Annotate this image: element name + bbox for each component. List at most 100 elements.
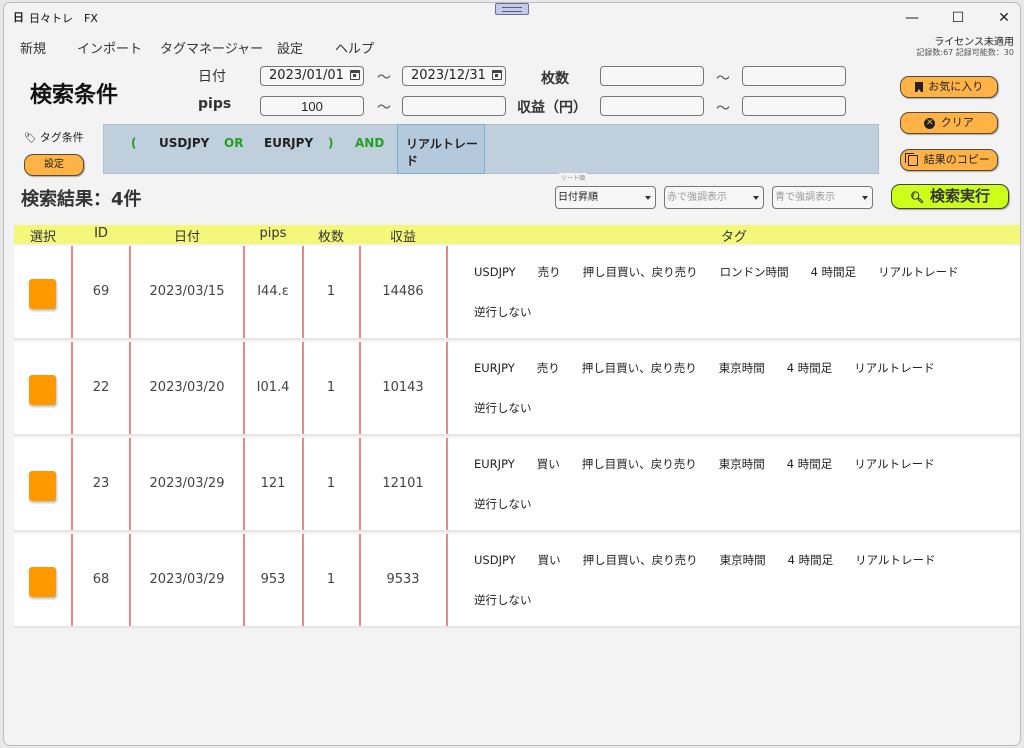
pips-from-input[interactable] xyxy=(260,96,364,116)
table-row[interactable]: 22 2023/03/20 I01.4 1 10143 EURJPY 売り 押し目買… xyxy=(14,342,1020,436)
tag-token-or[interactable]: OR xyxy=(224,136,243,150)
column-header-select[interactable]: 選択 xyxy=(14,226,72,245)
select-checkbox[interactable] xyxy=(29,567,56,597)
cell-tags: EURJPY 買い 押し目買い、戻り売り 東京時間 4 時間足 リアルトレード xyxy=(474,456,957,472)
date-from-value: 2023/01/01 xyxy=(269,68,344,83)
menu-settings[interactable]: 設定 xyxy=(277,38,303,57)
column-header-date[interactable]: 日付 xyxy=(130,226,244,245)
clear-button[interactable]: ✕ クリア xyxy=(900,112,998,134)
copy-icon xyxy=(905,152,919,166)
copy-results-button[interactable]: 結果のコピー xyxy=(900,149,998,171)
cell-tags: EURJPY 売り 押し目買い、戻り売り 東京時間 4 時間足 リアルトレード xyxy=(474,360,957,376)
title-bar: 日 日々トレ FX — ☐ ✕ xyxy=(4,3,1020,33)
cell-tags-line2: 逆行しない xyxy=(474,401,532,415)
favorite-button[interactable]: お気に入り xyxy=(900,76,998,98)
profit-label: 収益（円） xyxy=(517,100,587,116)
lots-from-input[interactable] xyxy=(600,66,704,86)
app-logo-icon: 日 xyxy=(13,11,24,24)
cell-profit: 14486 xyxy=(382,284,424,299)
chevron-down-icon xyxy=(753,196,759,200)
column-header-profit[interactable]: 収益 xyxy=(360,226,446,245)
clear-label: クリア xyxy=(940,116,974,129)
tag-chip: 4 時間足 xyxy=(810,265,857,279)
tag-token-usdjpy[interactable]: USDJPY xyxy=(159,136,209,150)
tag-chip: リアルトレード xyxy=(854,457,935,471)
profit-to-input[interactable] xyxy=(742,96,846,116)
profit-from-input[interactable] xyxy=(600,96,704,116)
cell-id: 23 xyxy=(92,476,110,491)
tag-condition-area[interactable]: ( USDJPY OR EURJPY ) AND リアルトレード xyxy=(103,124,879,174)
column-header-lots[interactable]: 枚数 xyxy=(302,226,360,245)
table-row[interactable]: 68 2023/03/29 953 1 9533 USDJPY 買い 押し目買い、戻… xyxy=(14,534,1020,628)
lots-label: 枚数 xyxy=(541,71,569,87)
lots-to-input[interactable] xyxy=(742,66,846,86)
tag-token-eurjpy[interactable]: EURJPY xyxy=(264,136,313,150)
tag-token-and[interactable]: AND xyxy=(355,136,384,150)
cell-date: 2023/03/20 xyxy=(149,380,225,395)
select-checkbox[interactable] xyxy=(29,279,56,309)
cell-date: 2023/03/15 xyxy=(149,284,225,299)
cell-tags-line2: 逆行しない xyxy=(474,593,532,607)
red-highlight-select[interactable]: 赤で強調表示 xyxy=(664,186,764,209)
tag-search-icon: 🏷︎ xyxy=(24,133,37,144)
drag-handle[interactable] xyxy=(495,3,529,15)
date-label: 日付 xyxy=(198,69,226,85)
execute-search-button[interactable]: 🔍︎ 検索実行 xyxy=(891,184,1009,209)
calendar-icon[interactable] xyxy=(350,70,360,80)
tag-chip: リアルトレード xyxy=(854,361,935,375)
maximize-button[interactable]: ☐ xyxy=(935,3,981,33)
select-checkbox[interactable] xyxy=(29,471,56,501)
sort-order-select[interactable]: 日付昇順 xyxy=(555,186,656,209)
cell-id: 22 xyxy=(92,380,110,395)
menu-help[interactable]: ヘルプ xyxy=(335,38,374,57)
column-divider xyxy=(446,246,448,338)
cell-date: 2023/03/29 xyxy=(149,476,225,491)
cell-id: 68 xyxy=(92,572,110,587)
date-to-input[interactable]: 2023/12/31 xyxy=(402,66,506,86)
license-status: ライセンス未適用 xyxy=(934,37,1014,48)
date-from-input[interactable]: 2023/01/01 xyxy=(260,66,364,86)
tag-chip: 4 時間足 xyxy=(786,361,833,375)
tag-chip: 4 時間足 xyxy=(786,457,833,471)
close-button[interactable]: ✕ xyxy=(981,3,1020,33)
column-header-tags[interactable]: タグ xyxy=(446,226,1020,245)
minimize-button[interactable]: — xyxy=(889,3,935,33)
pips-to-input[interactable] xyxy=(402,96,506,116)
tag-settings-button[interactable]: 設定 xyxy=(24,154,84,176)
date-to-value: 2023/12/31 xyxy=(411,68,486,83)
table-row[interactable]: 23 2023/03/29 121 1 12101 EURJPY 買い 押し目買い、… xyxy=(14,438,1020,532)
tag-chip: 押し目買い、戻り売り xyxy=(581,361,697,375)
result-count-title: 検索結果：4件 xyxy=(21,189,142,210)
tag-token-real-trade-label: リアルトレード xyxy=(406,137,478,168)
column-header-id[interactable]: ID xyxy=(72,226,130,241)
execute-search-label: 検索実行 xyxy=(929,187,990,205)
tag-chip: EURJPY xyxy=(474,361,515,375)
cell-pips: 121 xyxy=(260,476,286,491)
menu-import[interactable]: インポート xyxy=(77,38,142,57)
tag-token-close-paren[interactable]: ) xyxy=(328,136,333,150)
tag-chip: 4 時間足 xyxy=(787,553,834,567)
tag-token-open-paren[interactable]: ( xyxy=(131,136,136,150)
tag-token-real-trade[interactable]: リアルトレード xyxy=(397,124,485,174)
cell-lots: 1 xyxy=(326,572,336,587)
menu-tag-manager[interactable]: タグマネージャー xyxy=(160,38,263,57)
column-divider xyxy=(446,534,448,626)
cell-pips: I44.ε xyxy=(257,284,289,299)
menu-new[interactable]: 新規 xyxy=(20,38,46,57)
record-count: 記録数:67 記録可能数：30 xyxy=(916,48,1014,57)
column-header-pips[interactable]: pips xyxy=(244,226,302,241)
cell-lots: 1 xyxy=(326,380,336,395)
calendar-icon[interactable] xyxy=(492,70,502,80)
select-checkbox[interactable] xyxy=(29,375,56,405)
table-header: 選択 ID 日付 pips 枚数 収益 タグ xyxy=(14,225,1020,245)
range-separator: ～ xyxy=(716,71,730,87)
tag-chip: EURJPY xyxy=(474,457,515,471)
tag-chip: 押し目買い、戻り売り xyxy=(581,457,697,471)
tag-chip: 東京時間 xyxy=(718,361,765,375)
range-separator: ～ xyxy=(716,101,730,117)
table-row[interactable]: 69 2023/03/15 I44.ε 1 14486 USDJPY 売り 押し目買… xyxy=(14,246,1020,340)
cell-tags: USDJPY 買い 押し目買い、戻り売り 東京時間 4 時間足 リアルトレード xyxy=(474,552,958,568)
red-highlight-placeholder: 赤で強調表示 xyxy=(667,192,727,203)
blue-highlight-select[interactable]: 青で強調表示 xyxy=(772,186,873,209)
cell-lots: 1 xyxy=(326,284,336,299)
